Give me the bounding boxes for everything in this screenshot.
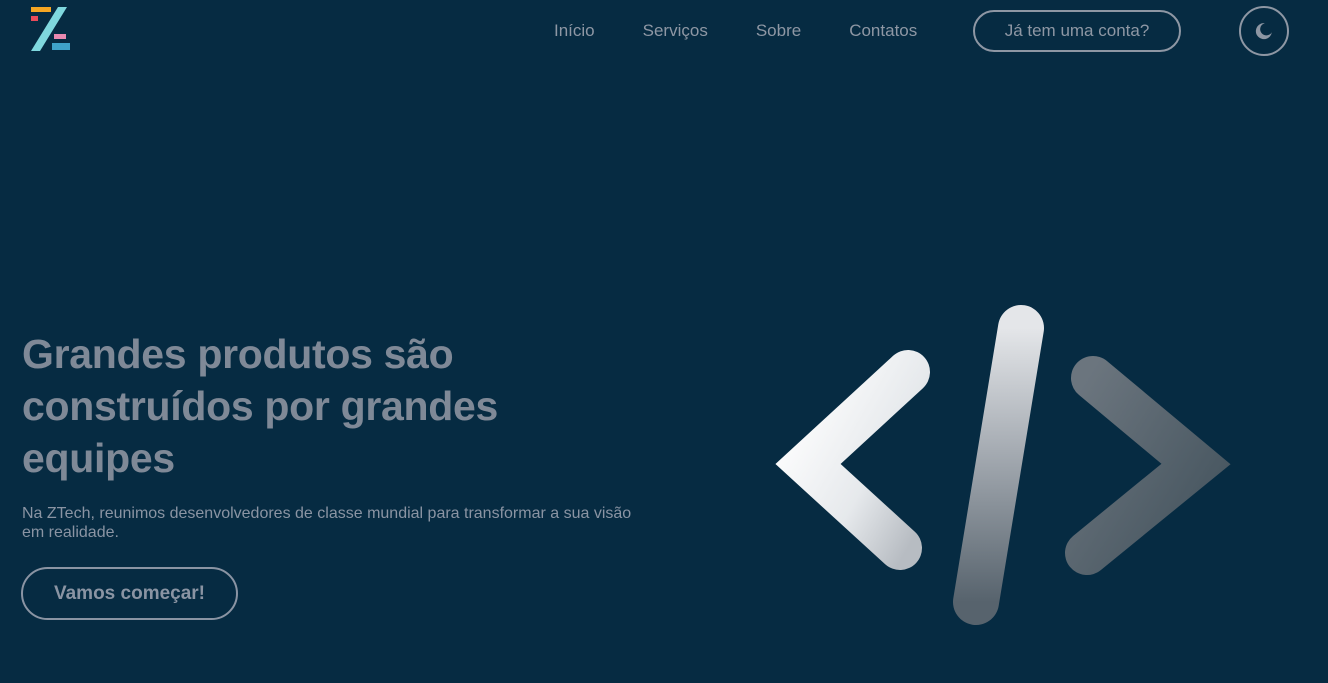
left-angle-bracket xyxy=(775,350,930,570)
nav-link-servicos[interactable]: Serviços xyxy=(619,21,732,41)
right-angle-bracket xyxy=(1065,356,1231,575)
logo-bar-red xyxy=(31,16,38,21)
hero-title: Grandes produtos são construídos por gra… xyxy=(22,331,499,481)
nav-link-contatos[interactable]: Contatos xyxy=(825,21,941,41)
logo-bar-blue xyxy=(52,43,70,50)
hero-subtitle: Na ZTech, reunimos desenvolvedores de cl… xyxy=(22,505,632,541)
logo-bar-orange xyxy=(31,7,51,12)
nav-link-inicio[interactable]: Início xyxy=(530,21,619,41)
theme-toggle-button[interactable] xyxy=(1239,6,1289,56)
nav-link-sobre[interactable]: Sobre xyxy=(732,21,825,41)
logo-bar-pink xyxy=(54,34,66,39)
login-button[interactable]: Já tem uma conta? xyxy=(973,10,1181,52)
navbar: Início Serviços Sobre Contatos Já tem um… xyxy=(0,0,1328,64)
moon-icon xyxy=(1255,23,1272,40)
get-started-button[interactable]: Vamos começar! xyxy=(21,567,238,620)
slash-bar xyxy=(953,305,1044,625)
main-nav: Início Serviços Sobre Contatos xyxy=(530,10,941,52)
code-brackets-icon xyxy=(760,296,1240,636)
ztech-logo[interactable] xyxy=(30,6,72,52)
